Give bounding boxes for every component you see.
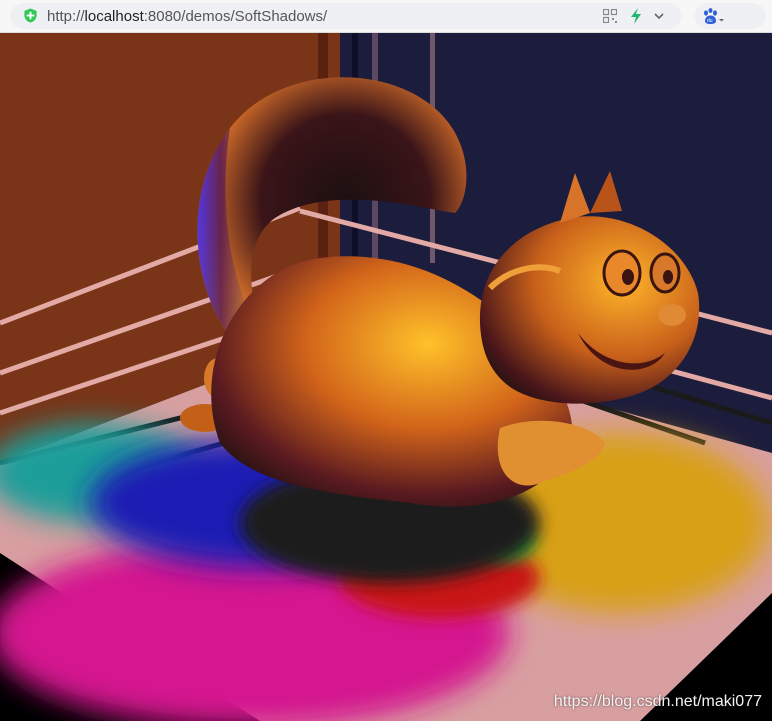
svg-text:du: du [707, 18, 713, 24]
url-host: localhost [84, 8, 144, 25]
url-prefix: http:// [47, 8, 85, 25]
squirrel-eye [602, 249, 642, 297]
address-bar[interactable]: http://localhost:8080/demos/SoftShadows/ [10, 3, 682, 29]
search-engine-selector[interactable]: du [694, 3, 766, 29]
url-text[interactable]: http://localhost:8080/demos/SoftShadows/ [47, 8, 327, 25]
watermark: https://blog.csdn.net/maki077 [553, 693, 762, 710]
lightning-icon[interactable] [629, 8, 643, 24]
browser-toolbar: http://localhost:8080/demos/SoftShadows/… [0, 0, 772, 33]
squirrel-pupil [622, 269, 634, 285]
chevron-down-icon[interactable] [653, 10, 665, 22]
squirrel-nose [658, 304, 686, 326]
qr-code-icon[interactable] [603, 9, 617, 23]
soft-shadows-scene [0, 33, 772, 721]
shield-plus-icon[interactable] [23, 8, 38, 23]
squirrel-pupil [663, 270, 673, 284]
url-path: :8080/demos/SoftShadows/ [143, 8, 328, 25]
baidu-paw-icon[interactable]: du [702, 8, 724, 25]
webgl-canvas[interactable]: https://blog.csdn.net/maki077 [0, 33, 772, 721]
